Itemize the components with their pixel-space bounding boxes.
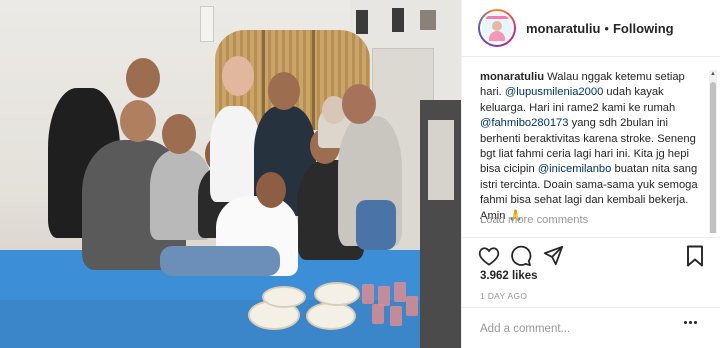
scrollbar-thumb[interactable] xyxy=(710,82,716,233)
photo-glass xyxy=(406,296,418,316)
load-more-comments-button[interactable]: Load more comments xyxy=(480,214,588,226)
photo-plate xyxy=(306,302,356,330)
header-username-link[interactable]: monaratuliu xyxy=(526,21,600,36)
caption-username-link[interactable]: monaratuliu xyxy=(480,71,544,83)
scroll-up-arrow-icon[interactable]: ▲ xyxy=(709,70,717,78)
comments-section: monaratuliu Walau nggak ketemu setiap ha… xyxy=(462,58,720,233)
photo-glass xyxy=(394,282,406,302)
following-button[interactable]: Following xyxy=(613,21,674,36)
more-options-icon[interactable] xyxy=(684,321,700,337)
caption-mention-link[interactable]: @inicemilanbo xyxy=(538,163,612,175)
comment-icon[interactable] xyxy=(510,245,532,267)
add-comment-section xyxy=(462,307,720,348)
heart-icon[interactable] xyxy=(478,245,500,267)
comment-input[interactable] xyxy=(480,320,675,338)
post-details-panel: monaratuliu • Following monaratuliu Wala… xyxy=(461,0,720,348)
post-caption: monaratuliu Walau nggak ketemu setiap ha… xyxy=(480,70,708,224)
avatar-face xyxy=(492,21,502,31)
photo-shelf-item xyxy=(428,120,454,200)
header-separator: • xyxy=(604,20,609,36)
post-photo[interactable] xyxy=(0,0,461,348)
photo-glass xyxy=(390,306,402,326)
avatar-image xyxy=(480,11,514,45)
avatar-illustration xyxy=(482,13,512,43)
photo-person-head xyxy=(222,56,254,96)
photo-plate xyxy=(262,286,306,308)
photo-plate xyxy=(314,282,360,306)
avatar[interactable] xyxy=(478,9,516,47)
bookmark-icon[interactable] xyxy=(684,245,706,267)
post-actions-bar xyxy=(462,237,720,271)
photo-person-skirt xyxy=(356,200,396,250)
caption-mention-link[interactable]: @fahmibo280173 xyxy=(480,117,569,129)
photo-screen-divider xyxy=(312,30,315,130)
photo-glass xyxy=(362,284,374,304)
photo-person-head xyxy=(162,114,196,154)
photo-person-head xyxy=(256,172,286,208)
post-timestamp[interactable]: 1 DAY AGO xyxy=(480,291,527,301)
photo-wall-frame xyxy=(200,6,214,42)
photo-person-head xyxy=(342,84,376,124)
likes-count[interactable]: 3.962 likes xyxy=(480,270,538,282)
photo-person-head xyxy=(126,58,160,98)
avatar-logo-text xyxy=(485,16,509,19)
photo-wall-decor xyxy=(392,8,404,32)
caption-mention-link[interactable]: @lupusmilenia2000 xyxy=(505,86,603,98)
share-icon[interactable] xyxy=(542,245,564,267)
photo-wall-decor xyxy=(420,10,436,30)
photo-person-legs xyxy=(160,246,280,276)
avatar-body xyxy=(489,31,505,41)
post-header: monaratuliu • Following xyxy=(462,0,720,57)
photo-person xyxy=(210,106,260,202)
photo-person-head xyxy=(268,72,300,110)
comments-scrollbar[interactable]: ▲ ▼ xyxy=(709,70,717,233)
photo-person-head xyxy=(120,100,156,142)
photo-wall-decor xyxy=(356,10,368,34)
photo-glass xyxy=(372,304,384,324)
photo-glass xyxy=(378,286,390,306)
